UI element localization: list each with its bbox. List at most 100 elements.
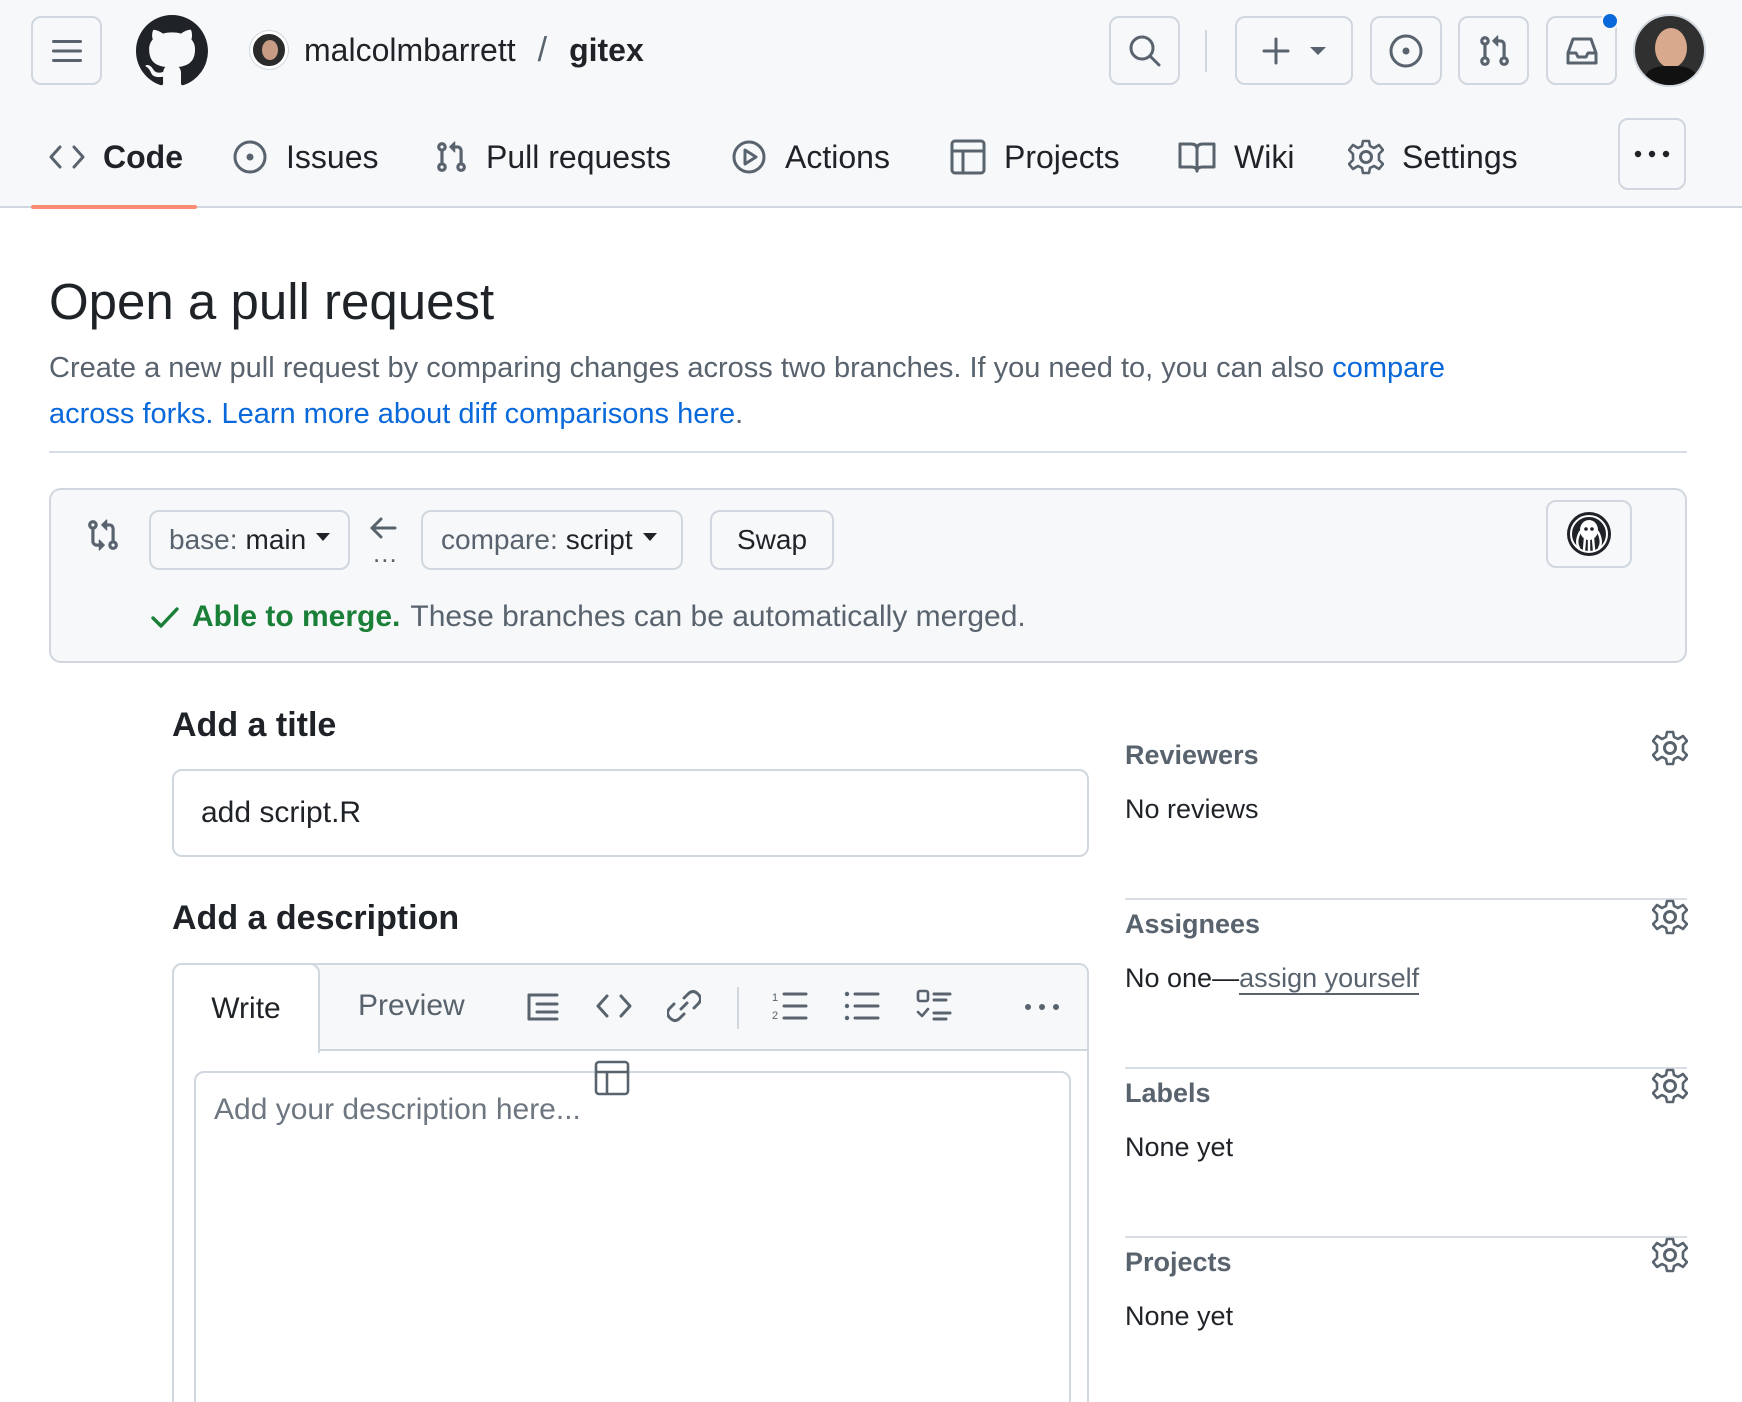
unordered-list-icon[interactable]	[844, 989, 880, 1023]
search-button[interactable]	[1109, 16, 1180, 85]
tab-write[interactable]: Write	[172, 963, 320, 1053]
breadcrumb-owner[interactable]: malcolmbarrett	[304, 32, 516, 69]
breadcrumb-repo[interactable]: gitex	[569, 32, 644, 69]
merge-ok-label: Able to merge.	[192, 600, 401, 633]
base-branch-name: main	[245, 524, 307, 555]
assignees-value: No one—assign yourself	[1125, 963, 1420, 995]
tab-wiki-label: Wiki	[1234, 138, 1295, 175]
tab-issues-label: Issues	[286, 138, 379, 175]
swap-button[interactable]: Swap	[710, 510, 834, 570]
assignees-heading: Assignees	[1125, 909, 1261, 939]
labels-value: None yet	[1125, 1132, 1234, 1162]
your-pull-requests-button[interactable]	[1458, 16, 1529, 85]
tab-code-label: Code	[103, 138, 183, 175]
tab-preview[interactable]: Preview	[358, 989, 465, 1023]
assignees-text: No one—	[1125, 963, 1240, 993]
git-pull-request-icon	[1477, 34, 1511, 68]
copilot-button[interactable]	[1546, 500, 1632, 568]
check-icon	[150, 605, 180, 629]
tab-settings[interactable]: Settings	[1348, 125, 1518, 189]
table-icon[interactable]	[594, 1060, 630, 1096]
base-branch-select[interactable]: base: main	[149, 510, 350, 570]
tab-actions[interactable]: Actions	[731, 125, 890, 189]
play-icon	[731, 139, 767, 175]
description-editor: Write Preview 12	[172, 963, 1089, 1402]
gear-icon[interactable]	[1652, 899, 1688, 935]
base-branch-prefix: base:	[169, 524, 238, 555]
gear-icon[interactable]	[1652, 1068, 1688, 1104]
app-header: malcolmbarrett / gitex Code Issues Pull …	[0, 0, 1742, 209]
title-heading: Add a title	[172, 706, 337, 744]
gear-icon[interactable]	[1652, 1237, 1688, 1273]
kebab-horizontal-icon[interactable]	[1024, 1003, 1060, 1011]
diff-comparisons-link[interactable]: Learn more about diff comparisons here	[221, 398, 735, 430]
compare-branch-prefix: compare:	[441, 524, 558, 555]
owner-avatar[interactable]	[250, 31, 288, 69]
page-description-text: Create a new pull request by comparing c…	[49, 352, 1325, 384]
tab-issues[interactable]: Issues	[232, 125, 378, 189]
user-avatar[interactable]	[1633, 14, 1706, 87]
gear-icon[interactable]	[1652, 730, 1688, 766]
heading-icon[interactable]	[526, 989, 560, 1023]
triangle-down-icon	[1309, 46, 1327, 56]
gear-icon	[1348, 139, 1384, 175]
editor-toolbar: Write Preview 12	[172, 963, 1087, 1053]
projects-value: None yet	[1125, 1301, 1234, 1331]
tab-code[interactable]: Code	[49, 125, 183, 189]
inbox-icon	[1564, 35, 1600, 67]
code-icon[interactable]	[596, 989, 632, 1023]
labels-section: Labels None yet	[1125, 1068, 1688, 1238]
your-issues-button[interactable]	[1370, 16, 1442, 85]
reviewers-section: Reviewers No reviews	[1125, 730, 1688, 900]
reviewers-value: No reviews	[1125, 794, 1259, 824]
table-icon	[950, 139, 986, 175]
compare-branch-select[interactable]: compare: script	[421, 510, 683, 570]
caret-down-icon	[642, 533, 657, 541]
tab-settings-label: Settings	[1402, 138, 1518, 175]
description-heading: Add a description	[172, 899, 460, 937]
plus-icon	[1261, 36, 1291, 66]
menu-button[interactable]	[31, 16, 102, 85]
issue-opened-icon	[232, 139, 268, 175]
repo-nav: Code Issues Pull requests Actions Projec…	[0, 125, 1742, 209]
divider	[49, 451, 1687, 453]
book-icon	[1178, 141, 1216, 173]
description-textarea[interactable]	[194, 1071, 1071, 1402]
labels-heading: Labels	[1125, 1078, 1211, 1108]
tab-pull-requests[interactable]: Pull requests	[434, 125, 671, 189]
arrow-left-icon	[369, 516, 397, 540]
tab-projects[interactable]: Projects	[950, 125, 1120, 189]
hamburger-icon	[50, 38, 84, 64]
assignees-section: Assignees No one—assign yourself	[1125, 899, 1688, 1069]
svg-text:1: 1	[772, 992, 778, 1004]
issue-opened-icon	[1388, 33, 1424, 69]
projects-section: Projects None yet	[1125, 1237, 1688, 1402]
compare-branch-name: script	[565, 524, 633, 555]
tab-wiki[interactable]: Wiki	[1178, 125, 1294, 189]
active-tab-indicator	[31, 205, 197, 209]
compare-branches-box: base: main ... compare: script Swap Able…	[49, 488, 1687, 663]
breadcrumb-separator: /	[537, 30, 548, 69]
header-divider	[1205, 30, 1207, 72]
breadcrumb: malcolmbarrett / gitex	[250, 28, 644, 72]
ordered-list-icon[interactable]: 12	[772, 989, 808, 1023]
github-logo[interactable]	[136, 15, 208, 87]
projects-heading: Projects	[1125, 1247, 1232, 1277]
compare-dots: ...	[373, 538, 398, 568]
more-nav-button[interactable]	[1618, 118, 1686, 190]
svg-text:2: 2	[772, 1010, 778, 1022]
caret-down-icon	[316, 533, 331, 541]
toolbar-divider	[737, 987, 739, 1029]
create-new-button[interactable]	[1235, 16, 1353, 85]
git-pull-request-icon	[434, 140, 468, 174]
description-period: .	[735, 398, 744, 430]
search-icon	[1128, 34, 1162, 68]
assign-yourself-link[interactable]: assign yourself	[1239, 963, 1420, 995]
link-icon[interactable]	[667, 989, 701, 1023]
tab-pull-requests-label: Pull requests	[486, 138, 671, 175]
title-input[interactable]	[172, 769, 1089, 857]
task-list-icon[interactable]	[916, 989, 952, 1023]
notification-indicator	[1601, 12, 1619, 30]
git-compare-icon	[86, 517, 120, 553]
page-description: Create a new pull request by comparing c…	[49, 345, 1489, 437]
